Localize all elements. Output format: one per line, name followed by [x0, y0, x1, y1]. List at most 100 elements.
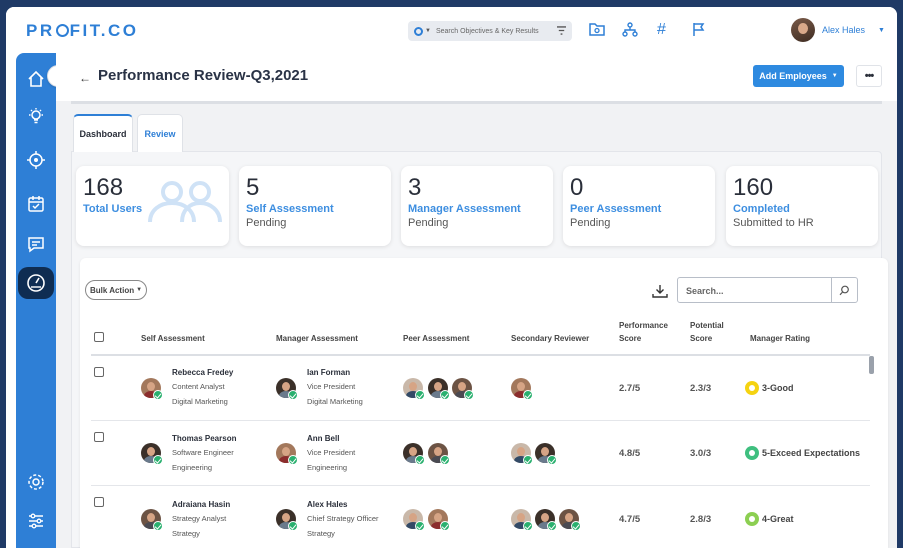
check-icon: [415, 455, 425, 465]
avatar[interactable]: [403, 443, 425, 465]
select-all-checkbox[interactable]: [94, 332, 104, 342]
col-header-peer[interactable]: Peer Assessment: [403, 332, 469, 345]
check-icon: [153, 455, 163, 465]
self-dept: Engineering: [172, 463, 213, 472]
flag-icon[interactable]: [692, 22, 706, 41]
col-header-potential-line1: Potential: [690, 321, 724, 330]
avatar[interactable]: [535, 509, 557, 531]
user-avatar[interactable]: [791, 18, 815, 42]
chevron-down-icon[interactable]: ▼: [878, 27, 885, 34]
rating-label: 4-Great: [762, 514, 794, 524]
avatar[interactable]: [403, 378, 425, 400]
avatar[interactable]: [276, 443, 298, 465]
rating-label: 5-Exceed Expectations: [762, 448, 861, 458]
calendar-check-icon[interactable]: [24, 192, 48, 216]
row-checkbox[interactable]: [94, 432, 104, 442]
stat-card-manager-assessment[interactable]: 3 Manager Assessment Pending: [401, 166, 553, 246]
manager-dept: Engineering: [307, 463, 348, 472]
table-scrollbar[interactable]: [869, 356, 874, 374]
avatar[interactable]: [403, 509, 425, 531]
avatar[interactable]: [276, 378, 298, 400]
self-name[interactable]: Thomas Pearson: [172, 434, 236, 443]
bulk-action-dropdown[interactable]: Bulk Action ▼: [85, 280, 147, 300]
filter-icon[interactable]: [557, 25, 566, 37]
manager-name[interactable]: Ann Bell: [307, 434, 339, 443]
chat-icon[interactable]: [24, 233, 48, 257]
avatar[interactable]: [452, 378, 474, 400]
check-icon: [523, 390, 533, 400]
target-icon[interactable]: [24, 148, 48, 172]
add-employees-label: Add Employees: [759, 71, 827, 81]
self-title: Content Analyst: [172, 382, 225, 391]
avatar[interactable]: [428, 509, 450, 531]
self-title: Strategy Analyst: [172, 514, 227, 523]
col-header-secondary[interactable]: Secondary Reviewer: [511, 332, 589, 345]
dashboard-gauge-icon[interactable]: [18, 267, 54, 299]
more-options-button[interactable]: •••: [856, 65, 882, 87]
back-arrow-icon[interactable]: ←: [79, 71, 91, 85]
check-icon: [415, 390, 425, 400]
avatar[interactable]: [141, 443, 163, 465]
chevron-down-icon[interactable]: ▼: [425, 28, 431, 34]
settings-icon[interactable]: [24, 470, 48, 494]
stat-label: Peer Assessment: [570, 203, 662, 215]
stat-label: Self Assessment: [246, 203, 334, 215]
col-header-manager[interactable]: Manager Assessment: [276, 332, 358, 345]
avatar[interactable]: [511, 378, 533, 400]
col-header-performance[interactable]: Performance Score: [619, 319, 668, 345]
avatar[interactable]: [535, 443, 557, 465]
table-search[interactable]: Search...: [677, 277, 858, 303]
okr-search-bar[interactable]: ▼ Search Objectives & Key Results: [408, 21, 572, 41]
row-checkbox[interactable]: [94, 497, 104, 507]
app-frame: PR FIT.CO ▼ Search Objectives & Key Resul…: [6, 7, 897, 548]
avatar[interactable]: [559, 509, 581, 531]
home-icon[interactable]: [24, 67, 48, 91]
avatar[interactable]: [511, 443, 533, 465]
col-header-rating[interactable]: Manager Rating: [750, 332, 810, 345]
row-checkbox[interactable]: [94, 367, 104, 377]
avatar[interactable]: [428, 378, 450, 400]
rating-dot-icon: [745, 381, 759, 395]
performance-score: 4.7/5: [619, 514, 641, 525]
user-name[interactable]: Alex Hales: [822, 25, 865, 35]
rating-dot-icon: [745, 512, 759, 526]
stat-card-self-assessment[interactable]: 5 Self Assessment Pending: [239, 166, 391, 246]
check-icon: [523, 455, 533, 465]
tab-review[interactable]: Review: [137, 114, 183, 152]
tab-dashboard[interactable]: Dashboard: [73, 114, 133, 152]
potential-score: 2.8/3: [690, 514, 712, 525]
download-icon[interactable]: [652, 284, 668, 298]
stat-card-total-users[interactable]: 168 Total Users: [76, 166, 229, 246]
search-icon[interactable]: [831, 278, 857, 302]
target-icon[interactable]: [414, 26, 423, 36]
logo[interactable]: PR FIT.CO: [26, 21, 138, 41]
stat-card-peer-assessment[interactable]: 0 Peer Assessment Pending: [563, 166, 715, 246]
avatar[interactable]: [511, 509, 533, 531]
check-icon: [547, 521, 557, 531]
sliders-icon[interactable]: [24, 509, 48, 533]
add-employees-button[interactable]: Add Employees ▼: [753, 65, 844, 87]
avatar[interactable]: [276, 509, 298, 531]
check-icon: [571, 521, 581, 531]
avatar[interactable]: [141, 378, 163, 400]
self-dept: Strategy: [172, 529, 200, 538]
col-header-potential[interactable]: Potential Score: [690, 319, 724, 345]
self-name[interactable]: Rebecca Fredey: [172, 368, 233, 377]
manager-title: Chief Strategy Officer: [307, 514, 379, 523]
stat-card-completed[interactable]: 160 Completed Submitted to HR: [726, 166, 878, 246]
avatar[interactable]: [141, 509, 163, 531]
avatar[interactable]: [428, 443, 450, 465]
check-icon: [288, 455, 298, 465]
self-name[interactable]: Adraiana Hasin: [172, 500, 230, 509]
rating-label: 3-Good: [762, 383, 794, 393]
folder-search-icon[interactable]: [589, 22, 605, 40]
hierarchy-icon[interactable]: [622, 22, 638, 41]
okr-search-input[interactable]: Search Objectives & Key Results: [436, 28, 557, 35]
hash-icon[interactable]: #: [657, 22, 666, 38]
lightbulb-icon[interactable]: [24, 104, 48, 128]
table-search-input[interactable]: Search...: [678, 278, 831, 302]
manager-name[interactable]: Alex Hales: [307, 500, 347, 509]
check-icon: [547, 455, 557, 465]
col-header-self[interactable]: Self Assessment: [141, 332, 205, 345]
manager-name[interactable]: Ian Forman: [307, 368, 350, 377]
